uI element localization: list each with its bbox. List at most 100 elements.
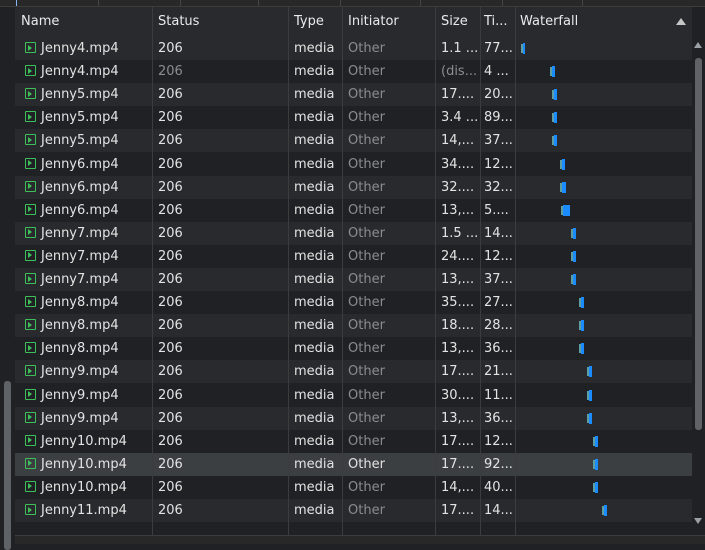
cell-initiator: Other <box>348 87 385 103</box>
table-row[interactable]: Jenny4.mp4 206 media Other (dis... 4 ... <box>15 60 692 84</box>
cell-status: 206 <box>158 364 183 380</box>
cell-initiator: Other <box>348 41 385 56</box>
sort-ascending-icon[interactable] <box>676 18 686 25</box>
column-header-size[interactable]: Size <box>435 7 480 37</box>
cell-name: Jenny6.mp4 <box>15 153 152 176</box>
table-row[interactable]: Jenny6.mp4 206 media Other 13,... 5.... <box>15 198 692 222</box>
cell-type: media <box>294 202 335 218</box>
cell-status: 206 <box>158 248 183 264</box>
column-divider <box>515 7 516 535</box>
request-name: Jenny5.mp4 <box>41 87 119 103</box>
cell-waterfall <box>515 60 692 83</box>
table-row[interactable]: Jenny10.mp4 206 media Other 17.... 12... <box>15 429 692 453</box>
scroll-down-arrow-icon[interactable] <box>694 518 702 524</box>
vertical-scrollbar[interactable] <box>692 36 705 535</box>
column-divider <box>152 7 153 535</box>
table-row[interactable]: Jenny10.mp4 206 media Other 14,... 40... <box>15 475 692 499</box>
waterfall-download-bar <box>580 320 584 332</box>
cell-initiator: Other <box>348 364 385 380</box>
cell-waterfall <box>515 407 692 430</box>
cell-time: 12... <box>484 156 513 172</box>
table-row[interactable]: Jenny4.mp4 206 media Other 1.1 ... 77... <box>15 37 692 60</box>
cell-type: media <box>294 318 335 334</box>
column-header-time[interactable]: Ti... <box>480 7 515 37</box>
cell-name: Jenny9.mp4 <box>15 360 152 383</box>
cell-name: Jenny10.mp4 <box>15 476 152 499</box>
waterfall-header-label: Waterfall <box>520 14 579 29</box>
request-name: Jenny6.mp4 <box>41 156 119 172</box>
media-file-icon <box>25 457 36 469</box>
cell-waterfall <box>515 360 692 383</box>
cell-size: 17.... <box>441 456 475 472</box>
cell-initiator: Other <box>348 64 385 80</box>
cell-name: Jenny10.mp4 <box>15 430 152 453</box>
table-row[interactable]: Jenny9.mp4 206 media Other 13,... 36... <box>15 406 692 430</box>
cell-waterfall <box>515 222 692 245</box>
table-row[interactable]: Jenny7.mp4 206 media Other 1.5 ... 14... <box>15 221 692 245</box>
table-row[interactable]: Jenny11.mp4 206 media Other 17.... 14... <box>15 499 692 522</box>
cell-status: 206 <box>158 110 183 126</box>
cell-initiator: Other <box>348 387 385 403</box>
scroll-up-arrow-icon[interactable] <box>694 42 702 48</box>
cell-name: Jenny8.mp4 <box>15 314 152 337</box>
left-scrollbar-thumb[interactable] <box>4 381 11 550</box>
table-row[interactable]: Jenny6.mp4 206 media Other 34.... 12... <box>15 152 692 176</box>
cell-time: 20... <box>484 87 513 103</box>
cell-size: 1.1 ... <box>441 41 479 56</box>
table-row[interactable]: Jenny8.mp4 206 media Other 18.... 28... <box>15 314 692 338</box>
cell-name: Jenny5.mp4 <box>15 106 152 129</box>
cell-initiator: Other <box>348 202 385 218</box>
cell-status: 206 <box>158 479 183 495</box>
cell-status: 206 <box>158 272 183 287</box>
top-divider <box>258 0 259 6</box>
column-header-status[interactable]: Status <box>152 7 288 37</box>
table-row[interactable]: Jenny9.mp4 206 media Other 17.... 21... <box>15 360 692 384</box>
cell-status: 206 <box>158 433 183 449</box>
request-name: Jenny10.mp4 <box>41 456 127 472</box>
column-header-name[interactable]: Name <box>15 7 152 37</box>
column-header-waterfall[interactable]: Waterfall <box>515 7 692 37</box>
table-row[interactable]: Jenny7.mp4 206 media Other 13,... 37... <box>15 268 692 291</box>
vertical-scrollbar-thumb[interactable] <box>695 58 702 430</box>
table-row[interactable]: Jenny8.mp4 206 media Other 35.... 27... <box>15 291 692 315</box>
cell-waterfall <box>515 245 692 268</box>
cell-status: 206 <box>158 318 183 334</box>
media-file-icon <box>25 88 36 100</box>
cell-time: 89... <box>484 110 513 126</box>
media-file-icon <box>25 411 36 423</box>
request-name: Jenny4.mp4 <box>41 41 119 56</box>
cell-type: media <box>294 387 335 403</box>
cell-status: 206 <box>158 387 183 403</box>
cell-initiator: Other <box>348 318 385 334</box>
media-file-icon <box>25 342 36 354</box>
cell-name: Jenny5.mp4 <box>15 129 152 152</box>
table-row[interactable]: Jenny5.mp4 206 media Other 17.... 20... <box>15 83 692 107</box>
column-header-initiator[interactable]: Initiator <box>342 7 435 37</box>
request-name: Jenny6.mp4 <box>41 179 119 195</box>
cell-time: 37... <box>484 272 513 287</box>
cell-status: 206 <box>158 64 183 80</box>
cell-type: media <box>294 41 335 56</box>
table-row[interactable]: Jenny8.mp4 206 media Other 13,... 36... <box>15 337 692 361</box>
table-row[interactable]: Jenny7.mp4 206 media Other 24.... 12... <box>15 244 692 268</box>
table-row[interactable]: Jenny6.mp4 206 media Other 32.... 32... <box>15 175 692 199</box>
waterfall-download-bar <box>563 204 571 216</box>
cell-size: 18.... <box>441 318 475 334</box>
table-row[interactable]: Jenny9.mp4 206 media Other 30.... 11... <box>15 383 692 407</box>
cell-time: 27... <box>484 295 513 311</box>
request-name: Jenny7.mp4 <box>41 225 119 241</box>
cell-waterfall <box>515 337 692 360</box>
cell-size: 17.... <box>441 433 475 449</box>
media-file-icon <box>25 180 36 192</box>
table-row[interactable]: Jenny10.mp4 206 media Other 17.... 92... <box>15 452 692 476</box>
table-row[interactable]: Jenny5.mp4 206 media Other 3.4 ... 89... <box>15 106 692 130</box>
column-header-type[interactable]: Type <box>288 7 342 37</box>
media-file-icon <box>25 319 36 331</box>
table-row[interactable]: Jenny5.mp4 206 media Other 14,... 37... <box>15 129 692 153</box>
cell-name: Jenny7.mp4 <box>15 222 152 245</box>
column-divider <box>480 7 481 535</box>
cell-size: 17.... <box>441 364 475 380</box>
cell-type: media <box>294 87 335 103</box>
cell-size: 17.... <box>441 503 475 518</box>
request-name: Jenny4.mp4 <box>41 64 119 80</box>
